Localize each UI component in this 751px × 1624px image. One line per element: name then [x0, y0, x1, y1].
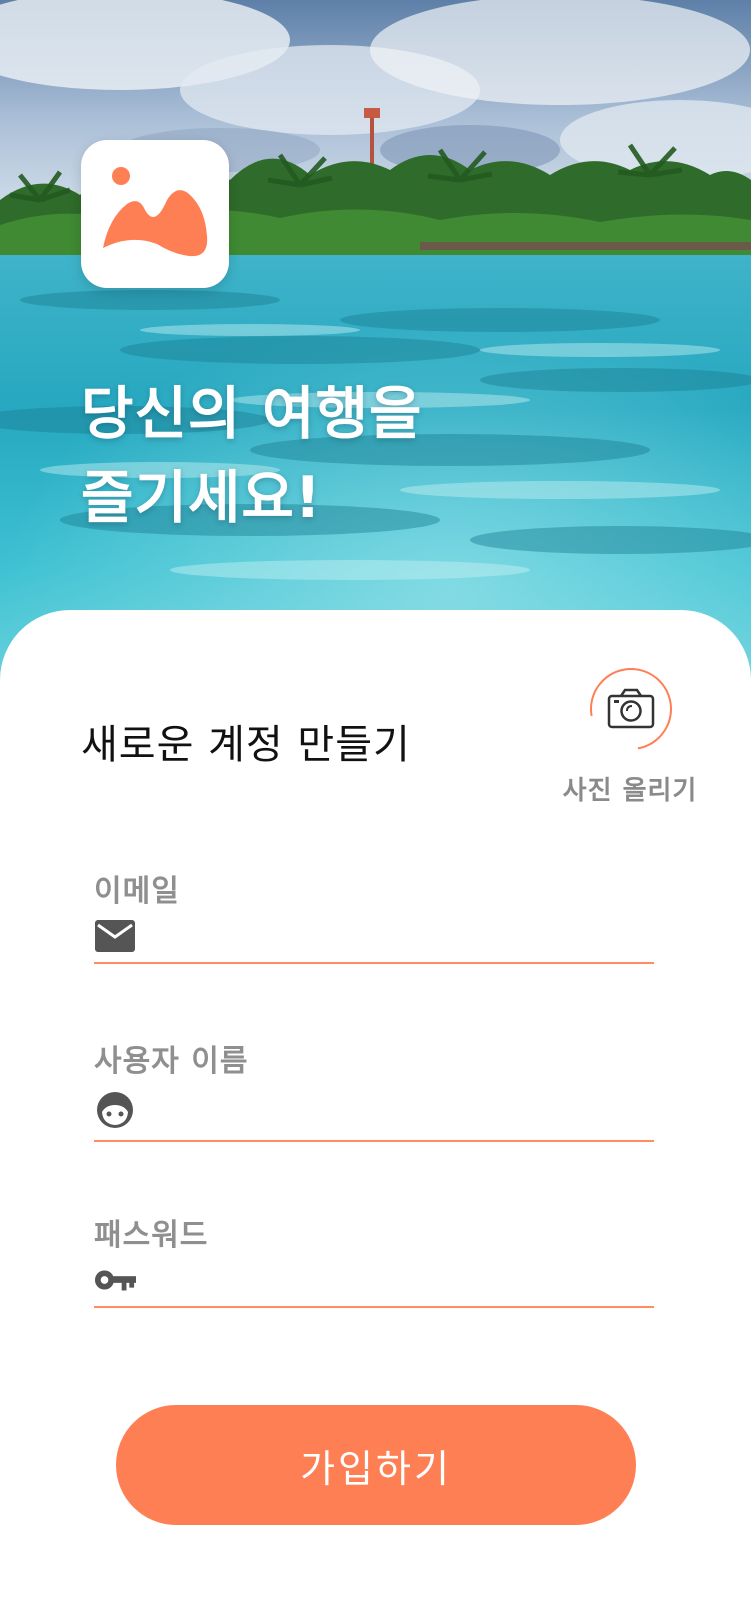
mountain-sun-icon — [103, 167, 208, 257]
photo-upload-label: 사진 올리기 — [562, 776, 698, 806]
username-field-row — [94, 1080, 654, 1142]
password-input[interactable] — [150, 1256, 654, 1304]
hero-title-line1: 당신의 여행을 — [81, 381, 423, 447]
signup-button[interactable]: 가입하기 — [116, 1405, 636, 1525]
hero-title-line2: 즐기세요! — [81, 465, 322, 531]
form-title: 새로운 계정 만들기 — [81, 722, 411, 768]
hero-title: 당신의 여행을 즐기세요! — [81, 372, 601, 540]
username-label: 사용자 이름 — [94, 1044, 249, 1079]
camera-icon — [607, 688, 655, 729]
password-label: 패스워드 — [94, 1218, 209, 1253]
hero-background: 당신의 여행을 즐기세요! — [0, 0, 751, 700]
username-input[interactable] — [150, 1086, 654, 1134]
password-field-row — [94, 1254, 654, 1308]
email-field: 이메일 — [94, 866, 654, 964]
email-field-row — [94, 910, 654, 964]
mail-icon — [94, 915, 136, 957]
password-field: 패스워드 — [94, 1210, 654, 1308]
tropical-beach-photo — [0, 0, 751, 700]
photo-upload-button[interactable]: 사진 올리기 — [560, 651, 700, 808]
key-icon — [94, 1259, 136, 1301]
email-input[interactable] — [150, 912, 654, 960]
email-label: 이메일 — [94, 874, 180, 909]
face-icon — [94, 1089, 136, 1131]
app-logo — [81, 140, 229, 288]
username-field: 사용자 이름 — [94, 1036, 654, 1142]
signup-screen: 당신의 여행을 즐기세요! 새로운 계정 만들기 사진 올리기 이메일 사용자 … — [0, 0, 751, 1624]
